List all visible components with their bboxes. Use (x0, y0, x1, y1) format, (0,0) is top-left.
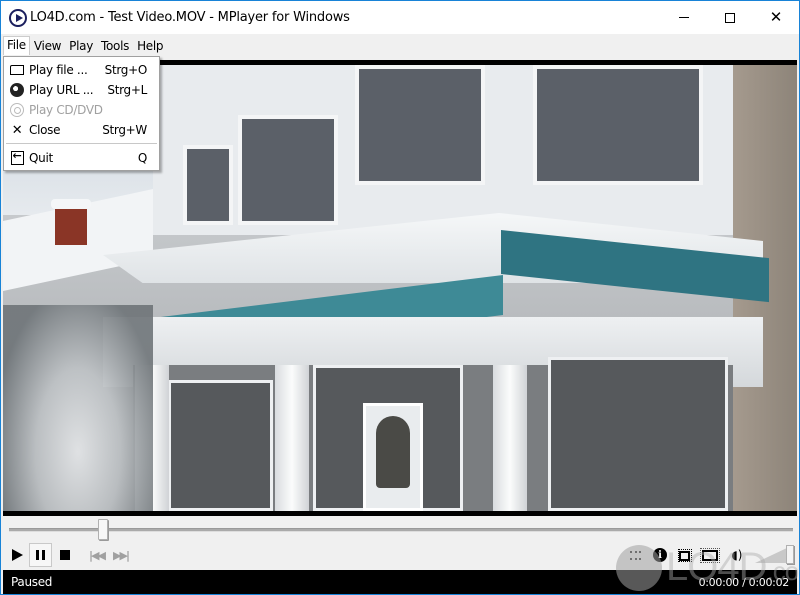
video-window (238, 115, 338, 225)
menu-item-shortcut: Strg+W (102, 123, 147, 137)
minimize-icon (679, 17, 689, 18)
minimize-button[interactable] (661, 1, 707, 34)
time-display: 0:00:00 / 0:00:02 (698, 576, 790, 589)
play-button[interactable] (5, 543, 28, 567)
stop-icon (59, 550, 70, 560)
previous-button[interactable]: |◀◀ (85, 543, 108, 567)
volume-handle[interactable] (785, 545, 794, 564)
menu-item-label: Close (29, 123, 61, 137)
cd-icon (10, 103, 24, 117)
speaker-icon: ◖) (731, 548, 743, 562)
video-chimney (51, 199, 91, 245)
menu-help[interactable]: Help (133, 37, 167, 55)
info-icon: i (653, 548, 667, 562)
menu-item-play-file[interactable]: Play file ... Strg+O (4, 60, 159, 80)
playback-state: Paused (11, 575, 53, 589)
globe-icon (10, 83, 24, 97)
menu-item-quit[interactable]: Quit Q (4, 148, 159, 168)
volume-slider[interactable] (755, 545, 795, 565)
menu-view[interactable]: View (30, 37, 65, 55)
video-column (493, 365, 527, 511)
pause-button[interactable] (29, 543, 52, 567)
menu-item-label: Play CD/DVD (29, 103, 103, 117)
play-circle-icon (9, 8, 27, 27)
video-window (355, 65, 485, 185)
menu-item-shortcut: Strg+O (104, 63, 148, 77)
playlist-button[interactable] (625, 545, 645, 565)
menu-play[interactable]: Play (65, 37, 97, 55)
menu-separator (6, 143, 157, 144)
mute-button[interactable]: ◖) (727, 545, 747, 565)
resize-icon (678, 548, 692, 562)
menu-item-shortcut: Strg+L (107, 83, 147, 97)
menu-item-play-cd-dvd: Play CD/DVD (4, 100, 159, 120)
close-icon: ✕ (769, 8, 783, 26)
menu-item-close[interactable]: ✕ Close Strg+W (4, 120, 159, 140)
window-title: LO4D.com - Test Video.MOV - MPlayer for … (30, 10, 350, 25)
window-controls: ✕ (661, 1, 799, 34)
fullscreen-button[interactable] (700, 545, 720, 565)
status-bar: Paused 0:00:00 / 0:00:02 (3, 570, 797, 594)
next-button[interactable]: ▶▶| (109, 543, 132, 567)
menu-item-label: Quit (29, 151, 53, 165)
resize-button[interactable] (675, 545, 695, 565)
volume-track (755, 547, 789, 563)
exit-icon (10, 149, 24, 165)
close-button[interactable]: ✕ (753, 1, 799, 34)
menu-item-label: Play file ... (29, 63, 88, 77)
menu-tools[interactable]: Tools (97, 37, 133, 55)
mplayer-window: LO4D.com - Test Video.MOV - MPlayer for … (0, 0, 800, 595)
title-bar[interactable]: LO4D.com - Test Video.MOV - MPlayer for … (1, 1, 799, 34)
pause-icon (36, 550, 45, 560)
open-folder-icon (10, 65, 24, 75)
video-snowy-tree (3, 305, 153, 511)
video-porch-screen (168, 380, 273, 511)
file-menu-dropdown: Play file ... Strg+O Play URL ... Strg+L… (3, 56, 160, 171)
menu-file[interactable]: File (3, 36, 30, 55)
controls-bar: |◀◀ ▶▶| i ◖) (3, 542, 797, 569)
maximize-icon (725, 12, 735, 23)
close-x-icon: ✕ (11, 122, 23, 138)
skip-back-icon: |◀◀ (89, 548, 106, 562)
maximize-button[interactable] (707, 1, 753, 34)
video-door (363, 403, 423, 511)
skip-forward-icon: ▶▶| (113, 548, 130, 562)
playlist-icon (629, 550, 641, 560)
fullscreen-icon (700, 547, 720, 563)
video-window (183, 145, 233, 225)
play-icon (12, 549, 23, 561)
seek-handle[interactable] (98, 519, 109, 540)
video-column (275, 365, 309, 511)
seek-track[interactable] (9, 528, 793, 532)
menu-bar: File View Play Tools Help (1, 35, 799, 56)
stop-button[interactable] (53, 543, 76, 567)
menu-item-label: Play URL ... (29, 83, 94, 97)
video-porch-screen (548, 357, 728, 511)
seek-bar[interactable] (3, 516, 797, 542)
info-button[interactable]: i (650, 545, 670, 565)
menu-item-shortcut: Q (137, 151, 147, 165)
menu-item-play-url[interactable]: Play URL ... Strg+L (4, 80, 159, 100)
video-window (533, 65, 703, 185)
